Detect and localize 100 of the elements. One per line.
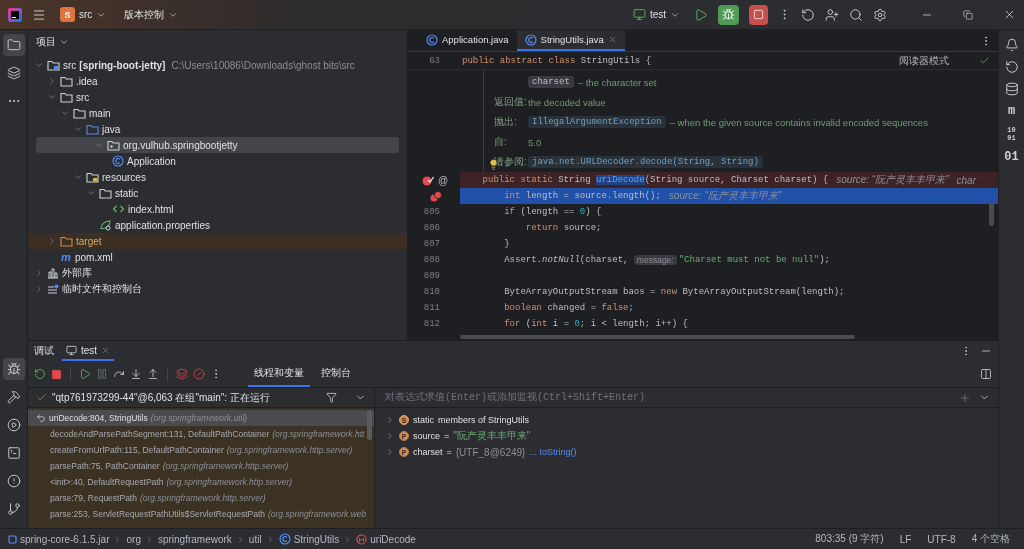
folder-tool-button[interactable] [2,34,25,56]
breadcrumb[interactable]: spring-core-6.1.5.jar [8,533,110,545]
editor-tab[interactable]: Application.java [418,30,517,51]
resume-button[interactable] [79,368,91,380]
tree-item[interactable]: src [spring-boot-jetty] C:\Users\10086\Downloads\ghost bits\src [28,57,407,73]
reader-mode-button[interactable]: 阅读器模式 [899,53,949,68]
bug-tool-button[interactable] [2,358,25,380]
step-over-button[interactable] [113,368,125,380]
breadcrumb[interactable]: uriDecode [356,533,416,545]
tool-window-button[interactable]: 01 [1004,150,1019,164]
chevron-down-icon[interactable] [73,172,83,182]
tree-item[interactable]: application.properties [28,217,407,233]
vertical-scrollbar[interactable] [367,410,372,440]
mute-breakpoints-button[interactable] [193,368,205,380]
chevron-down-icon[interactable] [60,108,70,118]
chevron-right-icon[interactable] [385,415,395,425]
code-link[interactable]: java.net.URLDecoder.decode(String, String) [528,156,763,168]
view-breakpoints-button[interactable] [176,368,188,380]
cursor-position[interactable]: 803:35 (9 字符) [809,532,890,546]
database-icon[interactable] [1004,82,1019,96]
tree-item[interactable]: .idea [28,73,407,89]
project-selector[interactable]: S src [56,4,111,25]
stop-button[interactable] [51,368,62,380]
tree-item[interactable]: 临时文件和控制台 [28,281,407,297]
breadcrumb[interactable]: springframework [157,533,232,545]
code-text: "Charset must not be null"); [678,255,830,265]
rerun-debug-button[interactable] [718,4,739,25]
file-encoding[interactable]: UTF-8 [921,533,962,545]
close-button[interactable] [1003,8,1016,21]
close-tab-icon[interactable] [101,345,111,355]
git-branch-icon [6,502,21,516]
tree-item[interactable]: target [28,233,407,249]
breadcrumb[interactable]: StringUtils [278,533,340,545]
annotation-marker[interactable]: @ [436,174,450,186]
step-over-icon [113,368,125,380]
editor-tab[interactable]: StringUtils.java [516,30,625,51]
chevron-right-icon[interactable] [34,284,44,294]
code-link[interactable]: IllegalArgumentException [528,116,666,128]
menu-icon [32,7,46,22]
add-user-button[interactable] [825,7,839,22]
stack-frame[interactable]: parse:253, ServletRequestPathUtils$ServletRequestPath (org.springframework.web [28,506,374,522]
debug-view-tab[interactable]: 控制台 [315,361,357,387]
tree-item[interactable]: resources [28,169,407,185]
vcs-menu[interactable]: 版本控制 [120,4,183,25]
chevron-down-icon[interactable] [34,60,44,70]
stack-frame[interactable]: createFromUrlPath:115, DefaultPathContainer (org.springframework.http.server) [28,442,374,458]
rerun-button[interactable] [34,368,46,380]
filter-icon[interactable] [326,392,337,403]
search-button[interactable] [849,7,863,22]
project-view-selector[interactable]: 项目 [34,35,71,49]
chevron-right-icon[interactable] [385,431,395,441]
stop-button[interactable] [749,4,768,25]
tree-item[interactable]: java [28,121,407,137]
tree-item[interactable]: 外部库 [28,265,407,281]
run-config-selector[interactable]: test [628,4,684,25]
expression-field[interactable]: 对表达式求值(Enter)或添加监视(Ctrl+Shift+Enter) [383,391,951,404]
tree-item[interactable]: org.vulhub.springbootjetty [36,137,399,153]
breadcrumb[interactable]: util [248,533,262,545]
doc-label: 抛出: [494,115,518,129]
session-tab[interactable]: test [62,341,115,361]
chevron-down-icon[interactable] [73,124,83,134]
chevron-down-icon[interactable] [86,188,96,198]
chevron-down-icon[interactable] [47,92,57,102]
stack-frame[interactable]: decodeAndParsePathSegment:131, DefaultPathContainer (org.springframework.htt [28,426,374,442]
notifications-icon[interactable] [1004,38,1019,52]
tree-item[interactable]: static [28,185,407,201]
chevron-right-icon[interactable] [47,236,57,246]
chevron-right-icon[interactable] [47,76,57,86]
chevron-right-icon[interactable] [34,268,44,278]
vertical-scrollbar[interactable] [989,202,994,226]
code-text: public abstract class StringUtils { [462,55,652,66]
stack-frame[interactable]: parse:79, RequestPath (org.springframework.http.server) [28,490,374,506]
chevron-right-icon[interactable] [385,447,395,457]
line-ending[interactable]: LF [893,533,918,545]
debug-view-tab[interactable]: 线程和变量 [248,361,310,387]
close-tab-icon[interactable] [607,35,617,44]
step-into-button[interactable] [130,368,142,380]
doc-text: – the character set [577,76,657,88]
main-menu-button[interactable] [32,7,46,22]
stack-frame[interactable]: parsePath:75, PathContainer (org.springframework.http.server) [28,458,374,474]
settings-button[interactable] [873,7,887,22]
tool-window-button[interactable]: m [1007,104,1016,118]
resume-button[interactable] [694,7,708,22]
tree-item[interactable]: main [28,105,407,121]
breadcrumb[interactable]: org [126,533,141,545]
pause-button[interactable] [96,368,108,380]
indent-setting[interactable]: 4 个空格 [965,532,1016,546]
tree-item[interactable]: src [28,89,407,105]
to-string-link[interactable]: ... toString() [529,447,577,457]
stack-frame[interactable]: <init>:40, DefaultRequestPath (org.springframework.http.server) [28,474,374,490]
tree-item[interactable]: m pom.xml [28,249,407,265]
code-text: for (int i = 0; i < length; i++) { [503,319,688,329]
horizontal-scrollbar[interactable] [460,335,855,339]
tree-item[interactable]: Application [28,153,407,169]
tree-item[interactable]: index.html [28,201,407,217]
stack-frame[interactable]: uriDecode:804, StringUtils (org.springframework.util) [28,410,374,426]
layout-button[interactable] [980,368,992,380]
restore-button[interactable] [963,9,973,20]
breakpoint-icon[interactable] [422,174,434,186]
step-out-button[interactable] [147,368,159,380]
